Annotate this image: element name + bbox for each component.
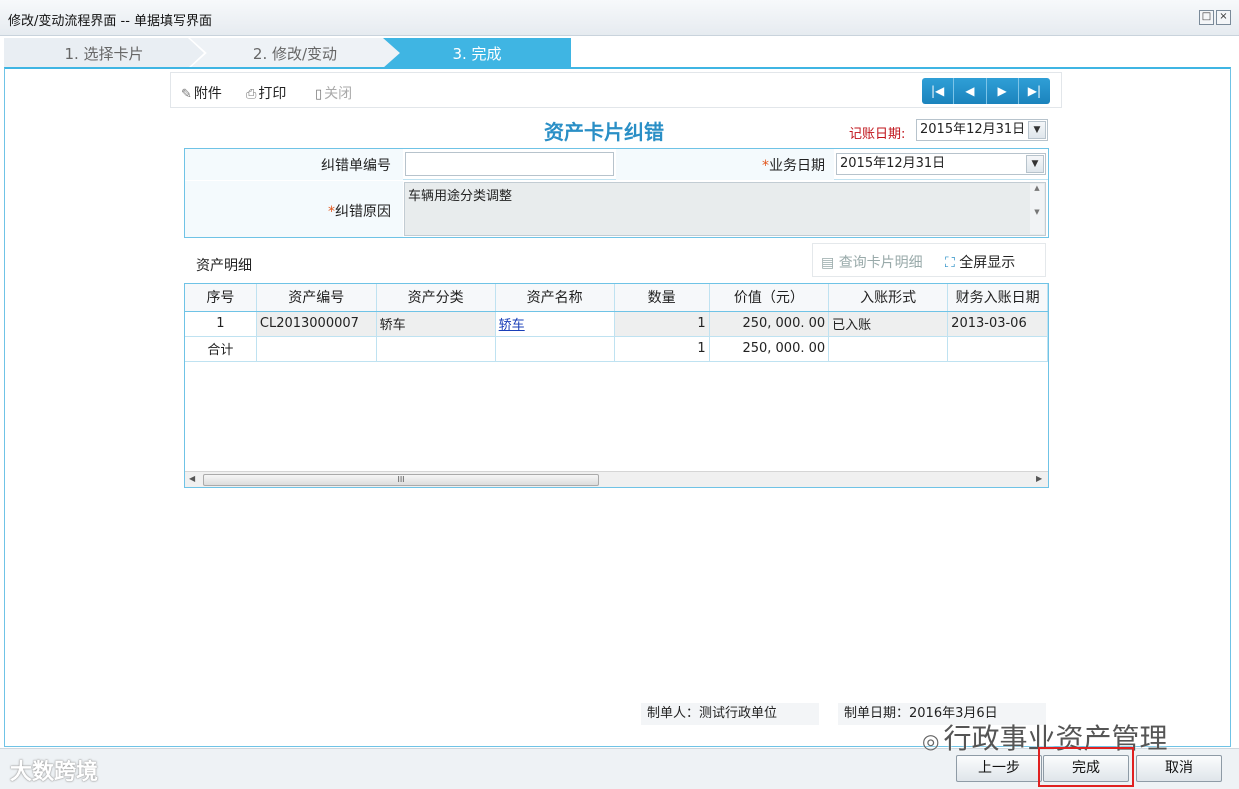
window-title: 修改/变动流程界面 -- 单据填写界面 xyxy=(8,14,213,29)
print-label: 打印 xyxy=(258,86,287,102)
cancel-button[interactable]: 取消 xyxy=(1136,755,1222,782)
asset-name-link[interactable]: 轿车 xyxy=(499,318,525,333)
step-modify: 2. 修改/变动 xyxy=(190,38,400,68)
cell-total-label: 合计 xyxy=(185,336,257,362)
cell-entry-form: 已入账 xyxy=(828,311,949,337)
accounting-date-select[interactable]: 2015年12月31日 ▼ xyxy=(916,119,1048,141)
correction-no-label: 纠错单编号 xyxy=(321,158,391,174)
cell-quantity: 1 xyxy=(614,311,710,337)
watermark-left: 大数跨境 xyxy=(10,760,99,785)
textarea-scrollbar[interactable]: ▲ ▼ xyxy=(1030,184,1044,234)
document-toolbar: ✎ 附件 ⎙ 打印 ▯ 关闭 |◀ ◀ ▶ ▶| xyxy=(170,72,1062,108)
cell-index: 1 xyxy=(185,311,257,337)
step-select-card: 1. 选择卡片 xyxy=(4,38,204,68)
cell-empty xyxy=(947,336,1048,362)
col-header[interactable]: 资产编号 xyxy=(256,284,377,312)
accounting-date-label: 记账日期: xyxy=(849,127,906,142)
fullscreen-button[interactable]: ⛶ 全屏显示 xyxy=(945,252,1015,272)
fullscreen-label: 全屏显示 xyxy=(959,255,1016,271)
col-header[interactable]: 资产名称 xyxy=(495,284,615,312)
business-date-select[interactable]: 2015年12月31日 ▼ xyxy=(836,153,1046,175)
reason-value: 车辆用途分类调整 xyxy=(408,189,513,204)
prev-record-button[interactable]: ◀ xyxy=(954,78,987,104)
window-titlebar: 修改/变动流程界面 -- 单据填写界面 □ × xyxy=(0,0,1239,36)
close-window-button[interactable]: × xyxy=(1216,10,1231,25)
reason-label-text: 纠错原因 xyxy=(335,204,391,220)
required-mark: * xyxy=(328,204,335,220)
step-finish: 3. 完成 xyxy=(383,38,571,68)
cell-empty xyxy=(828,336,949,362)
cell-category: 轿车 xyxy=(376,311,496,337)
cell-empty xyxy=(495,336,615,362)
business-date-label-text: 业务日期 xyxy=(769,158,825,174)
reason-label: *纠错原因 xyxy=(265,201,391,221)
col-header[interactable]: 资产分类 xyxy=(376,284,496,312)
business-date-value: 2015年12月31日 xyxy=(840,156,946,171)
business-date-label: *业务日期 xyxy=(685,155,825,175)
asset-table: 序号 资产编号 资产分类 资产名称 数量 价值（元） 入账形式 财务入账日期 1… xyxy=(185,284,1048,362)
detail-toolbar: ▤ 查询卡片明细 ⛶ 全屏显示 xyxy=(812,243,1046,277)
wizard-steps: 1. 选择卡片 2. 修改/变动 3. 完成 xyxy=(0,38,1239,68)
cell-value: 250, 000. 00 xyxy=(709,311,830,337)
scroll-thumb[interactable]: III xyxy=(203,474,599,486)
close-doc-button[interactable]: ▯ 关闭 xyxy=(315,83,352,103)
attach-label: 附件 xyxy=(193,86,222,102)
chevron-down-icon[interactable]: ▼ xyxy=(1026,155,1044,173)
col-header[interactable]: 序号 xyxy=(185,284,257,312)
query-card-detail-button[interactable]: ▤ 查询卡片明细 xyxy=(821,252,923,272)
correction-no-input[interactable] xyxy=(405,152,614,176)
prev-step-button[interactable]: 上一步 xyxy=(956,755,1042,782)
finish-highlight-box xyxy=(1038,747,1134,787)
card-icon: ▤ xyxy=(821,255,839,271)
reason-textarea[interactable]: 车辆用途分类调整 ▲ ▼ xyxy=(404,182,1046,236)
required-mark: * xyxy=(762,158,769,174)
cell-asset-no: CL2013000007 xyxy=(256,311,377,337)
door-icon: ▯ xyxy=(315,87,323,102)
query-card-detail-label: 查询卡片明细 xyxy=(838,255,923,271)
maker-field: 制单人：测试行政单位 xyxy=(641,703,819,725)
fullscreen-icon: ⛶ xyxy=(945,255,960,271)
col-header[interactable]: 入账形式 xyxy=(828,284,949,312)
cell-finance-date: 2013-03-06 xyxy=(947,311,1048,337)
horizontal-scrollbar[interactable]: ◀ III ▶ xyxy=(185,471,1048,487)
document-title: 资产卡片纠错 xyxy=(544,120,664,144)
restore-window-button[interactable]: □ xyxy=(1199,10,1214,25)
asset-detail-title: 资产明细 xyxy=(196,258,252,274)
cell-asset-name: 轿车 xyxy=(495,311,615,337)
scroll-right-icon[interactable]: ▶ xyxy=(1036,474,1042,483)
table-header-row: 序号 资产编号 资产分类 资产名称 数量 价值（元） 入账形式 财务入账日期 xyxy=(185,284,1048,312)
record-navigation: |◀ ◀ ▶ ▶| xyxy=(922,78,1050,104)
cell-total-quantity: 1 xyxy=(614,336,710,362)
col-header[interactable]: 数量 xyxy=(614,284,710,312)
attach-button[interactable]: ✎ 附件 xyxy=(181,83,222,103)
chevron-down-icon[interactable]: ▼ xyxy=(1028,121,1046,139)
table-row[interactable]: 1 CL2013000007 轿车 轿车 1 250, 000. 00 已入账 … xyxy=(185,311,1048,337)
table-total-row: 合计 1 250, 000. 00 xyxy=(185,336,1048,362)
paperclip-icon: ✎ xyxy=(181,87,192,102)
wechat-icon: ◎ xyxy=(922,729,940,753)
printer-icon: ⎙ xyxy=(246,87,257,102)
col-header[interactable]: 价值（元） xyxy=(709,284,830,312)
cell-total-value: 250, 000. 00 xyxy=(709,336,830,362)
first-record-button[interactable]: |◀ xyxy=(922,78,955,104)
cell-empty xyxy=(376,336,496,362)
col-header[interactable]: 财务入账日期 xyxy=(947,284,1048,312)
asset-detail-header: 资产明细 ▤ 查询卡片明细 ⛶ 全屏显示 xyxy=(184,243,1049,281)
close-label: 关闭 xyxy=(324,86,353,102)
accounting-date-value: 2015年12月31日 xyxy=(920,122,1026,137)
asset-detail-grid: 序号 资产编号 资产分类 资产名称 数量 价值（元） 入账形式 财务入账日期 1… xyxy=(184,283,1049,488)
last-record-button[interactable]: ▶| xyxy=(1018,78,1050,104)
cell-empty xyxy=(256,336,377,362)
scroll-left-icon[interactable]: ◀ xyxy=(189,474,195,483)
print-button[interactable]: ⎙ 打印 xyxy=(246,83,286,103)
correction-form: 纠错单编号 *业务日期 2015年12月31日 ▼ *纠错原因 车辆用途分类调整… xyxy=(184,148,1049,238)
next-record-button[interactable]: ▶ xyxy=(986,78,1019,104)
